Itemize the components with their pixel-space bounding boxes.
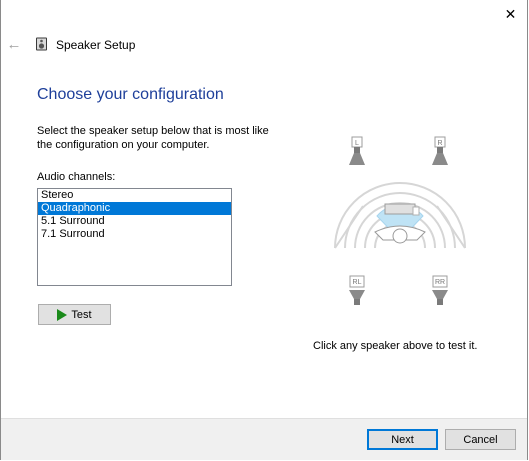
- speaker-front-right[interactable]: R: [432, 136, 448, 165]
- next-button-label: Next: [391, 433, 414, 446]
- speaker-label-rear-right: RR: [435, 279, 445, 286]
- list-item-stereo[interactable]: Stereo: [38, 189, 231, 202]
- list-item-7-1-surround[interactable]: 7.1 Surround: [38, 228, 231, 241]
- test-button[interactable]: Test: [38, 304, 111, 325]
- speaker-icon: [36, 37, 47, 51]
- speaker-rear-left[interactable]: RL: [349, 275, 365, 305]
- list-item-quadraphonic[interactable]: Quadraphonic: [38, 202, 231, 215]
- speaker-test-hint: Click any speaker above to test it.: [313, 340, 478, 352]
- next-button[interactable]: Next: [367, 429, 438, 450]
- speaker-front-left[interactable]: L: [349, 136, 365, 165]
- speaker-diagram: L R RL RR: [334, 136, 466, 305]
- cancel-button[interactable]: Cancel: [445, 429, 516, 450]
- speaker-label-front-right: R: [437, 140, 442, 147]
- list-item-5-1-surround[interactable]: 5.1 Surround: [38, 215, 231, 228]
- audio-channels-listbox[interactable]: Stereo Quadraphonic 5.1 Surround 7.1 Sur…: [37, 188, 232, 286]
- speaker-label-rear-left: RL: [353, 279, 362, 286]
- close-icon: ✕: [504, 5, 517, 22]
- back-button[interactable]: ←: [4, 34, 24, 54]
- audio-channels-label: Audio channels:: [37, 171, 116, 183]
- page-heading: Choose your configuration: [37, 86, 224, 103]
- instructions-text: Select the speaker setup below that is m…: [37, 125, 269, 151]
- speaker-label-front-left: L: [355, 140, 359, 147]
- test-button-label: Test: [71, 308, 92, 321]
- window-title: Speaker Setup: [56, 38, 136, 52]
- speaker-rear-right[interactable]: RR: [432, 275, 448, 305]
- back-arrow-icon: ←: [6, 35, 22, 53]
- cancel-button-label: Cancel: [463, 433, 498, 446]
- close-button[interactable]: ✕: [492, 0, 529, 28]
- play-icon: [57, 308, 68, 321]
